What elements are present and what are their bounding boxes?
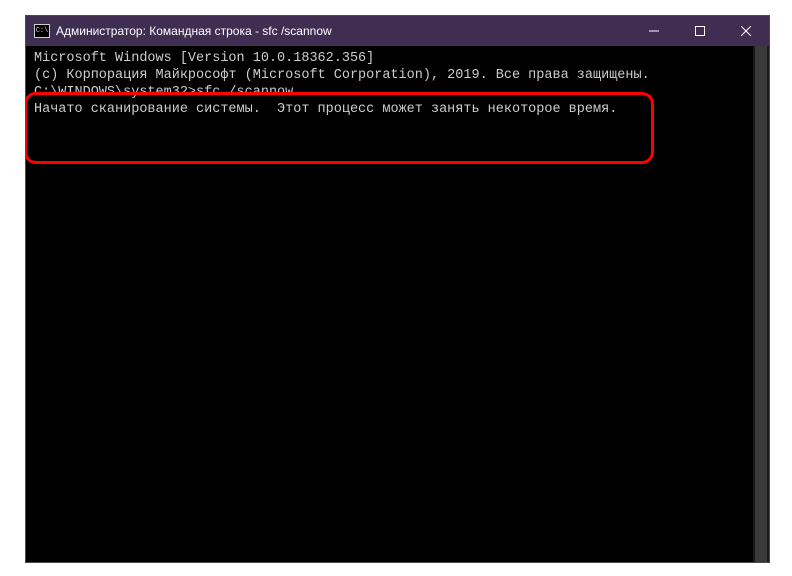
maximize-icon xyxy=(695,26,705,36)
close-icon xyxy=(741,26,751,36)
copyright-line: (c) Корпорация Майкрософт (Microsoft Cor… xyxy=(34,67,761,84)
maximize-button[interactable] xyxy=(677,16,723,46)
scrollbar-thumb[interactable] xyxy=(755,46,767,562)
minimize-button[interactable] xyxy=(631,16,677,46)
vertical-scrollbar[interactable] xyxy=(753,46,769,562)
minimize-icon xyxy=(649,26,659,36)
window-titlebar[interactable]: C:\ Администратор: Командная строка - sf… xyxy=(26,16,769,46)
window-title: Администратор: Командная строка - sfc /s… xyxy=(56,24,332,38)
version-line: Microsoft Windows [Version 10.0.18362.35… xyxy=(34,50,761,67)
titlebar-left: C:\ Администратор: Командная строка - sf… xyxy=(34,24,332,38)
prompt-text: C:\WINDOWS\system32> xyxy=(34,85,196,100)
command-text: sfc /scannow xyxy=(196,85,293,100)
window-controls xyxy=(631,16,769,46)
close-button[interactable] xyxy=(723,16,769,46)
cmd-window: C:\ Администратор: Командная строка - sf… xyxy=(25,15,770,563)
cmd-icon: C:\ xyxy=(34,24,50,38)
prompt-line: C:\WINDOWS\system32>sfc /scannow xyxy=(34,84,761,101)
terminal-body[interactable]: Microsoft Windows [Version 10.0.18362.35… xyxy=(26,46,769,562)
output-line: Начато сканирование системы. Этот процес… xyxy=(34,101,761,118)
